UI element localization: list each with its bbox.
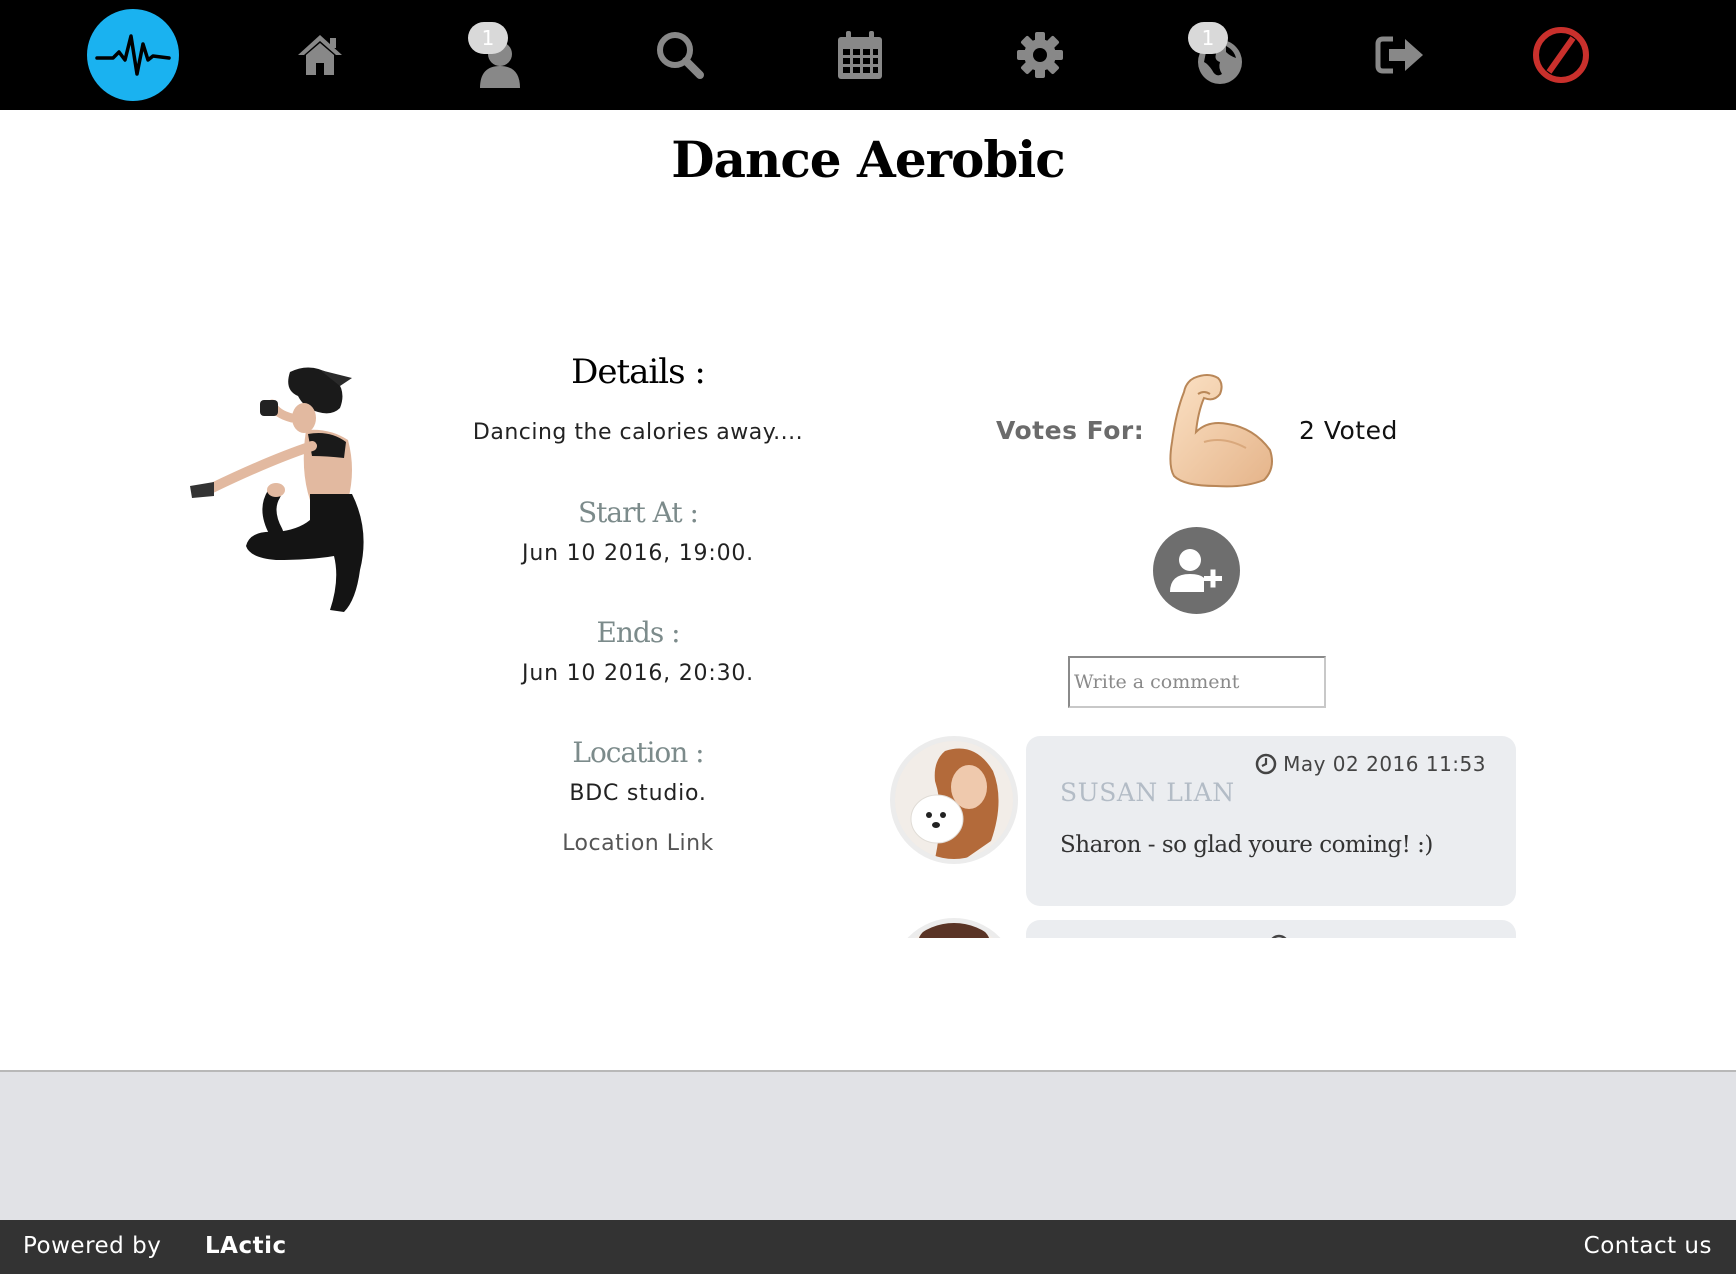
- nav-calendar[interactable]: [830, 0, 890, 110]
- nav-search[interactable]: [650, 0, 710, 110]
- comments-list: May 02 2016 11:53 SUSAN LIAN Sharon - so…: [880, 730, 1520, 938]
- nav-block[interactable]: [1530, 0, 1592, 110]
- details-heading: Details :: [571, 352, 706, 392]
- nav-logout[interactable]: [1370, 0, 1430, 110]
- footer-band: [0, 1070, 1736, 1220]
- sign-out-icon: [1375, 36, 1423, 74]
- page-title: Dance Aerobic: [671, 130, 1065, 189]
- nav-world[interactable]: 1: [1188, 0, 1250, 110]
- dancer-image: [190, 367, 364, 612]
- home-icon: [298, 35, 342, 75]
- top-navbar: 1 1: [0, 0, 1736, 110]
- add-user-button[interactable]: [1153, 527, 1240, 614]
- avatar: [890, 918, 1018, 938]
- comment-timestamp: May 02 2016 11:53: [1255, 752, 1486, 776]
- location-link[interactable]: Location Link: [450, 831, 826, 856]
- comment-time-text: May 02 2016 11:53: [1283, 752, 1486, 776]
- brand-name: LActic: [205, 1233, 287, 1259]
- ban-icon: [1533, 27, 1589, 83]
- world-badge: 1: [1188, 22, 1228, 54]
- search-icon: [657, 32, 704, 79]
- flexed-biceps-icon[interactable]: [1164, 372, 1278, 488]
- powered-by-text: Powered by: [23, 1233, 162, 1259]
- votes-label: Votes For:: [996, 416, 1145, 445]
- end-label: Ends :: [596, 616, 680, 649]
- nav-home[interactable]: [290, 0, 350, 110]
- footer: Powered by LActic Contact us: [0, 1220, 1736, 1274]
- nav-profile[interactable]: 1: [468, 0, 530, 110]
- add-user-icon: [1169, 548, 1222, 592]
- pulse-logo-icon: [87, 9, 179, 101]
- start-label: Start At :: [578, 496, 699, 529]
- avatar: [890, 736, 1018, 864]
- profile-badge: 1: [468, 22, 508, 54]
- calendar-icon: [838, 31, 882, 79]
- location-value: BDC studio.: [569, 781, 707, 806]
- location-label: Location :: [572, 736, 704, 769]
- gear-icon: [1017, 32, 1063, 78]
- votes-count: 2 Voted: [1299, 416, 1398, 445]
- comment-text: Sharon - so glad youre coming! :): [1060, 832, 1433, 858]
- contact-us-link[interactable]: Contact us: [1584, 1233, 1712, 1259]
- event-description: Dancing the calories away....: [472, 420, 804, 445]
- comment-bubble: May 02 2016 11:53 SUSAN LIAN Sharon - so…: [1026, 736, 1516, 906]
- comment-bubble: [1026, 920, 1516, 938]
- nav-settings[interactable]: [1010, 0, 1070, 110]
- comment-input[interactable]: [1068, 656, 1326, 708]
- comment-author: SUSAN LIAN: [1060, 778, 1235, 807]
- clock-icon: [1271, 934, 1287, 938]
- start-value: Jun 10 2016, 19:00.: [522, 541, 754, 566]
- clock-icon: [1255, 753, 1277, 775]
- nav-logo[interactable]: [86, 0, 180, 110]
- end-value: Jun 10 2016, 20:30.: [522, 661, 754, 686]
